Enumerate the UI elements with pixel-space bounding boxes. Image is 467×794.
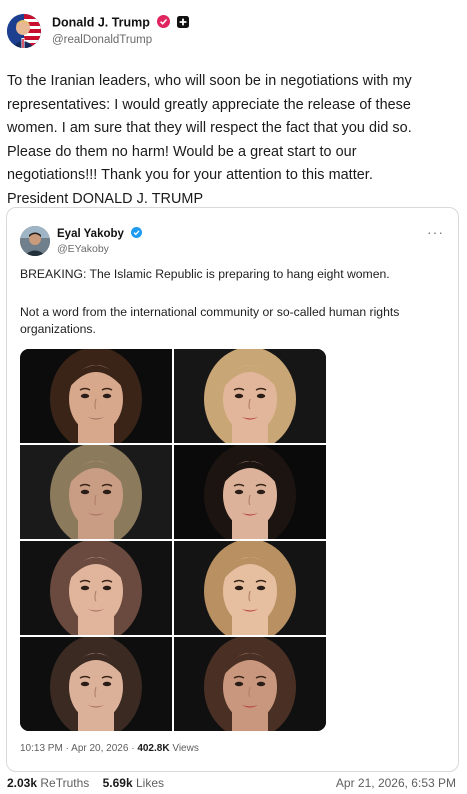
portrait-photo[interactable] — [174, 637, 326, 731]
portrait-photo[interactable] — [174, 541, 326, 635]
portrait-photo[interactable] — [20, 349, 172, 443]
post-stats: 2.03k ReTruths 5.69k Likes Apr 21, 2026,… — [7, 776, 462, 794]
verified-badge-icon — [157, 15, 171, 31]
quote-verified-badge-icon — [131, 227, 143, 241]
quote-meta: 10:13 PM · Apr 20, 2026 · 402.8K Views — [20, 743, 199, 754]
quote-views-count: 402.8K — [137, 743, 170, 754]
portrait-photo[interactable] — [20, 637, 172, 731]
author-name-row: Donald J. Trump — [52, 15, 189, 31]
author-handle[interactable]: @realDonaldTrump — [52, 34, 152, 46]
portrait-photo[interactable] — [20, 541, 172, 635]
portrait-photo[interactable] — [174, 445, 326, 539]
post-author: Donald J. Trump @realDonaldTrump — [5, 12, 455, 52]
retruths-count[interactable]: 2.03k — [7, 776, 37, 790]
likes-label[interactable]: Likes — [136, 776, 164, 790]
quoted-post[interactable]: Eyal Yakoby @EYakoby ··· BREAKING: The I… — [6, 207, 459, 772]
photo-grid[interactable] — [20, 349, 326, 731]
quote-author-handle[interactable]: @EYakoby — [57, 243, 109, 255]
likes-count[interactable]: 5.69k — [103, 776, 133, 790]
affiliation-badge-icon — [176, 15, 189, 31]
portrait-photo[interactable] — [20, 445, 172, 539]
post-text: To the Iranian leaders, who will soon be… — [7, 73, 412, 207]
post-timestamp[interactable]: Apr 21, 2026, 6:53 PM — [336, 776, 456, 790]
quote-author-avatar[interactable] — [20, 226, 50, 256]
author-avatar[interactable] — [7, 14, 41, 48]
quote-date: Apr 20, 2026 — [71, 743, 129, 754]
portrait-photo[interactable] — [174, 349, 326, 443]
quote-text-line-2: Not a word from the international commun… — [20, 305, 400, 336]
quote-views-label: Views — [172, 743, 199, 754]
retruths-label[interactable]: ReTruths — [40, 776, 89, 790]
author-name[interactable]: Donald J. Trump — [52, 15, 150, 29]
quote-author-name-row: Eyal Yakoby — [57, 227, 143, 241]
quote-text-line-1: BREAKING: The Islamic Republic is prepar… — [20, 267, 390, 281]
engagement-counts: 2.03k ReTruths 5.69k Likes — [7, 776, 164, 790]
quote-time: 10:13 PM — [20, 743, 63, 754]
more-options-icon[interactable]: ··· — [427, 224, 444, 240]
quote-author-name[interactable]: Eyal Yakoby — [57, 228, 124, 240]
